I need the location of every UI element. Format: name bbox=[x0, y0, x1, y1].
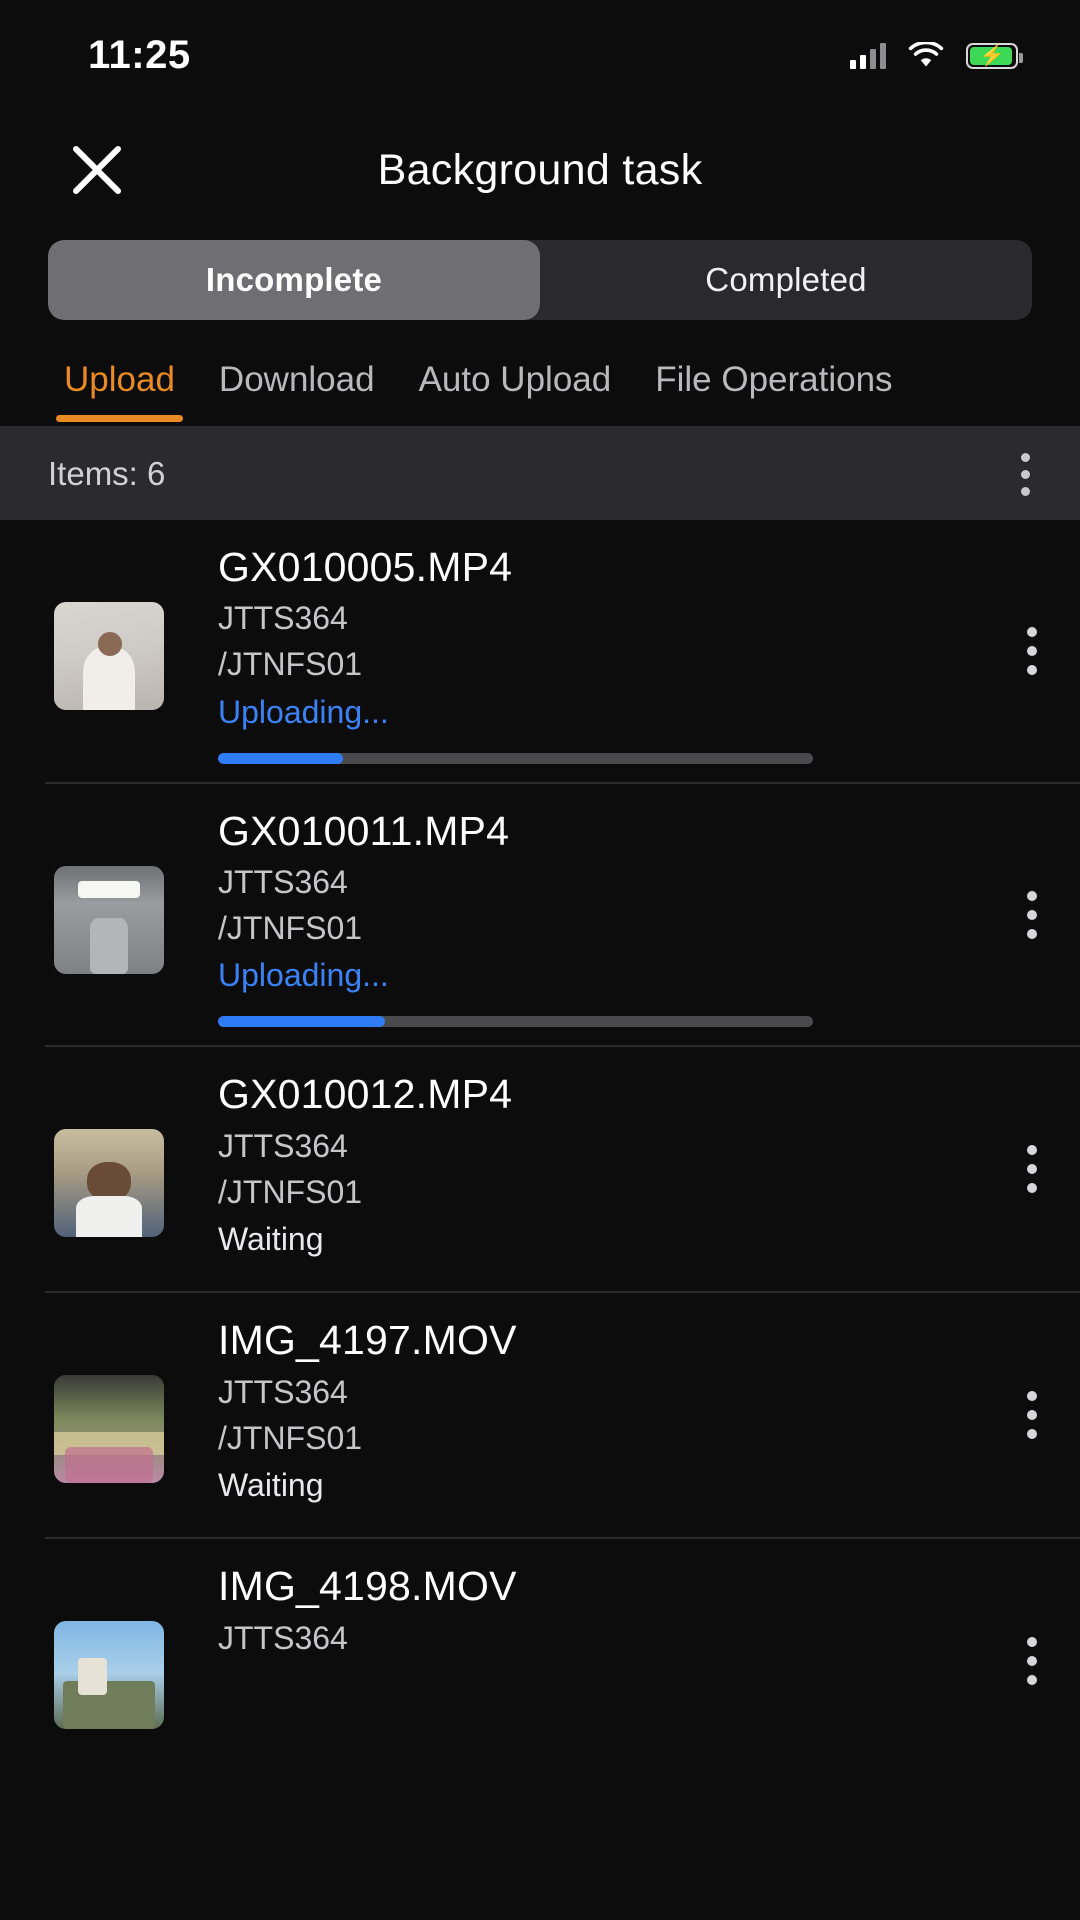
more-vertical-icon[interactable] bbox=[1026, 1391, 1038, 1440]
task-row[interactable]: GX010012.MP4 JTTS364 /JTNFS01 Waiting bbox=[45, 1045, 1080, 1291]
task-row[interactable]: IMG_4198.MOV JTTS364 bbox=[45, 1537, 1080, 1783]
task-status: Uploading... bbox=[218, 693, 389, 730]
tab-file-operations[interactable]: File Operations bbox=[633, 360, 914, 422]
more-vertical-icon[interactable] bbox=[1026, 1145, 1038, 1194]
task-thumbnail-wrap bbox=[0, 542, 218, 710]
task-row[interactable]: GX010005.MP4 JTTS364 /JTNFS01 Uploading.… bbox=[0, 520, 1080, 782]
task-info: GX010005.MP4 JTTS364 /JTNFS01 Uploading.… bbox=[218, 542, 1080, 764]
task-file-name: GX010005.MP4 bbox=[218, 544, 513, 590]
status-bar: 11:25 ⚡ bbox=[0, 0, 1080, 110]
task-status: Waiting bbox=[218, 1467, 324, 1504]
task-status: Waiting bbox=[218, 1221, 324, 1258]
task-type-tabs: Upload Download Auto Upload File Operati… bbox=[0, 320, 1080, 428]
task-path: /JTNFS01 bbox=[218, 1419, 363, 1456]
status-bar-clock: 11:25 bbox=[88, 32, 191, 77]
video-thumbnail bbox=[54, 865, 164, 974]
video-thumbnail bbox=[54, 602, 164, 710]
task-device: JTTS364 bbox=[218, 1619, 348, 1656]
status-bar-icons: ⚡ bbox=[850, 40, 1023, 69]
tab-upload[interactable]: Upload bbox=[42, 360, 197, 422]
task-progress-bar bbox=[218, 752, 813, 764]
close-icon[interactable] bbox=[62, 135, 132, 205]
task-device: JTTS364 bbox=[218, 1127, 348, 1164]
task-status: Uploading... bbox=[218, 957, 389, 994]
battery-charging-icon: ⚡ bbox=[966, 42, 1023, 69]
task-device: JTTS364 bbox=[218, 863, 348, 900]
status-filter-wrap: Incomplete Completed bbox=[0, 230, 1080, 320]
task-file-name: GX010012.MP4 bbox=[218, 1071, 513, 1118]
tab-auto-upload[interactable]: Auto Upload bbox=[397, 360, 634, 422]
wifi-icon bbox=[908, 40, 944, 69]
cellular-signal-icon bbox=[850, 42, 886, 69]
task-device: JTTS364 bbox=[218, 1373, 348, 1410]
task-thumbnail-wrap bbox=[0, 1069, 218, 1238]
page-title: Background task bbox=[377, 145, 703, 194]
task-path: /JTNFS01 bbox=[218, 910, 363, 947]
background-task-screen: 11:25 ⚡ Background task Incomplete Compl… bbox=[0, 0, 1080, 1920]
segment-incomplete[interactable]: Incomplete bbox=[48, 240, 540, 320]
segment-completed[interactable]: Completed bbox=[540, 240, 1032, 320]
task-row[interactable]: GX010011.MP4 JTTS364 /JTNFS01 Uploading.… bbox=[45, 781, 1080, 1046]
items-count-bar: Items: 6 bbox=[0, 428, 1080, 520]
task-info: GX010011.MP4 JTTS364 /JTNFS01 Uploading.… bbox=[218, 806, 1080, 1028]
more-vertical-icon[interactable] bbox=[1026, 890, 1038, 939]
task-progress-bar bbox=[218, 1016, 813, 1028]
task-thumbnail-wrap bbox=[0, 1315, 218, 1484]
task-info: GX010012.MP4 JTTS364 /JTNFS01 Waiting bbox=[218, 1069, 1080, 1258]
task-path: /JTNFS01 bbox=[218, 1173, 363, 1210]
task-thumbnail-wrap bbox=[0, 806, 218, 974]
task-file-name: IMG_4197.MOV bbox=[218, 1317, 517, 1364]
task-file-name: IMG_4198.MOV bbox=[218, 1563, 517, 1610]
status-filter-segmented-control[interactable]: Incomplete Completed bbox=[48, 240, 1032, 320]
video-thumbnail bbox=[54, 1621, 164, 1730]
more-vertical-icon[interactable] bbox=[1026, 1637, 1038, 1686]
task-list: GX010005.MP4 JTTS364 /JTNFS01 Uploading.… bbox=[0, 520, 1080, 1783]
task-info: IMG_4198.MOV JTTS364 bbox=[218, 1561, 1080, 1658]
task-thumbnail-wrap bbox=[0, 1561, 218, 1730]
task-row[interactable]: IMG_4197.MOV JTTS364 /JTNFS01 Waiting bbox=[45, 1291, 1080, 1537]
task-device: JTTS364 bbox=[218, 600, 348, 637]
tab-download[interactable]: Download bbox=[197, 360, 397, 422]
task-info: IMG_4197.MOV JTTS364 /JTNFS01 Waiting bbox=[218, 1315, 1080, 1504]
task-file-name: GX010011.MP4 bbox=[218, 807, 510, 854]
video-thumbnail bbox=[54, 1129, 164, 1238]
video-thumbnail bbox=[54, 1375, 164, 1484]
more-vertical-icon[interactable] bbox=[1026, 626, 1038, 675]
page-header: Background task bbox=[0, 110, 1080, 230]
more-vertical-icon[interactable] bbox=[1020, 452, 1030, 496]
items-count-label: Items: 6 bbox=[48, 455, 166, 492]
task-path: /JTNFS01 bbox=[218, 646, 363, 683]
